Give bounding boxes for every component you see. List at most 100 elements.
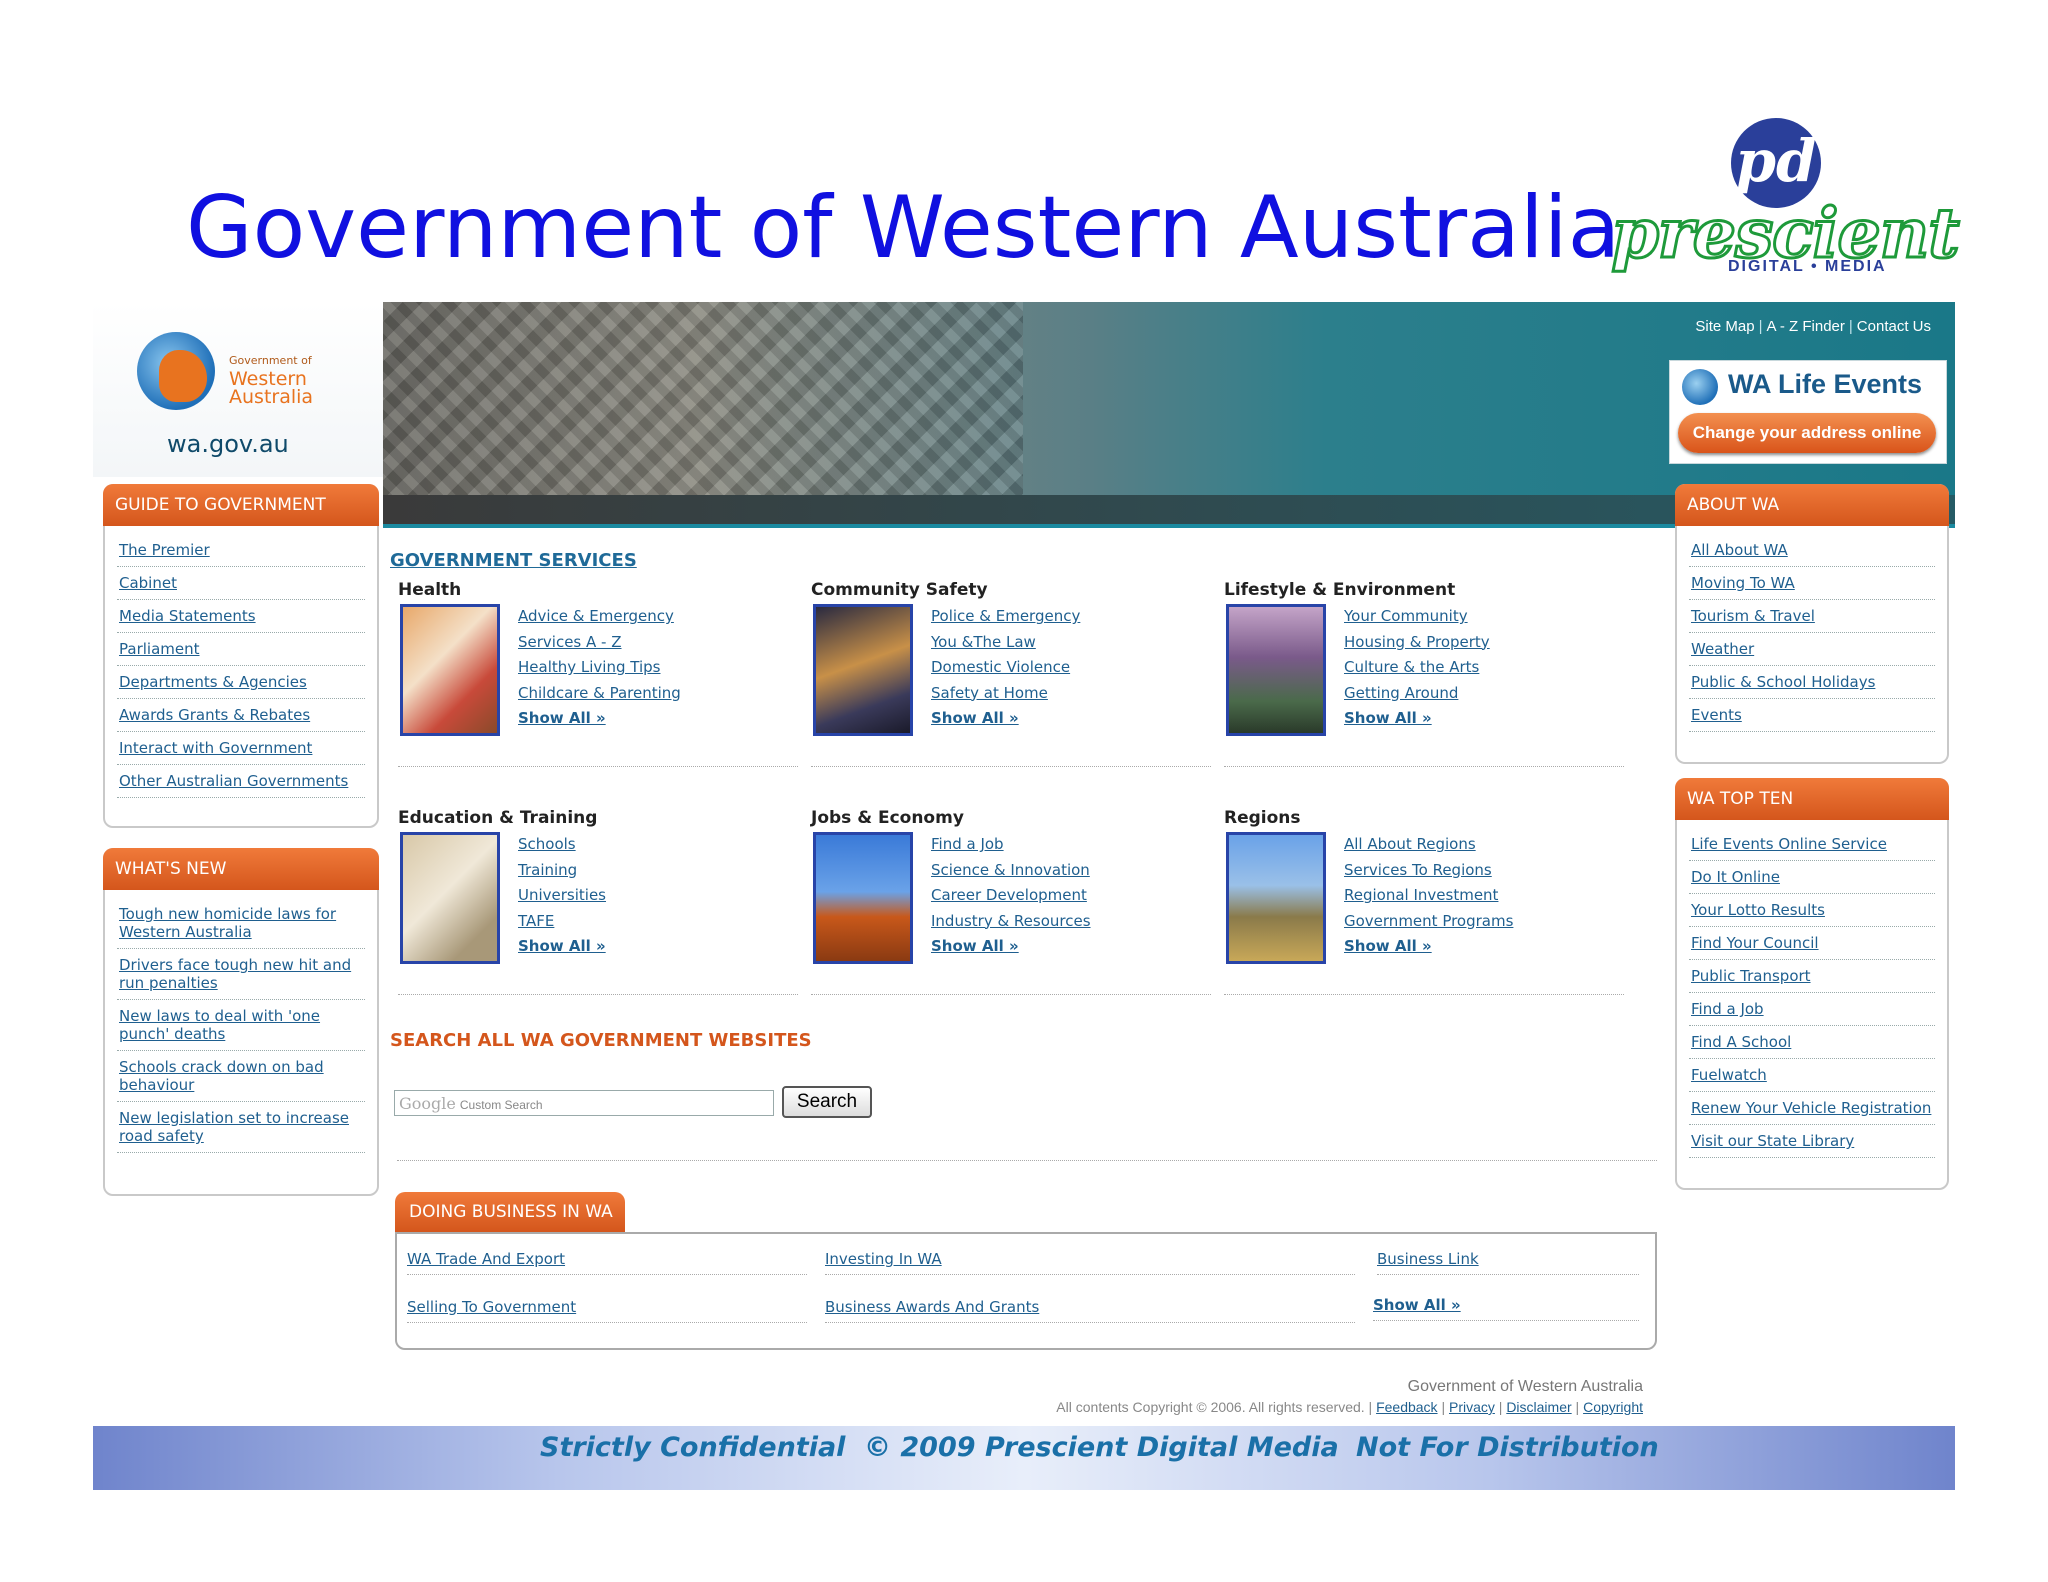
top-ten-item[interactable]: Find A School [1689, 1026, 1935, 1059]
guide-item[interactable]: Parliament [117, 633, 365, 666]
service-link[interactable]: Police & Emergency [931, 604, 1080, 630]
top-ten-item[interactable]: Renew Your Vehicle Registration [1689, 1092, 1935, 1125]
contact-us-link[interactable]: Contact Us [1857, 318, 1931, 335]
az-finder-link[interactable]: A - Z Finder [1767, 318, 1845, 335]
copyright-link[interactable]: Copyright [1583, 1399, 1643, 1415]
service-link[interactable]: Training [518, 858, 606, 884]
show-all-link[interactable]: Show All » [518, 934, 606, 960]
service-link[interactable]: Domestic Violence [931, 655, 1080, 681]
top-ten-item[interactable]: Life Events Online Service [1689, 828, 1935, 861]
service-group-community-safety: Community Safety Police & Emergency You … [811, 580, 1211, 770]
service-link[interactable]: Find a Job [931, 832, 1091, 858]
about-item[interactable]: Weather [1689, 633, 1935, 666]
show-all-link[interactable]: Show All » [1344, 706, 1490, 732]
service-link[interactable]: Science & Innovation [931, 858, 1091, 884]
disclaimer-link[interactable]: Disclaimer [1506, 1399, 1571, 1415]
guide-item[interactable]: Cabinet [117, 567, 365, 600]
service-link[interactable]: Childcare & Parenting [518, 681, 681, 707]
search-input[interactable]: Google Custom Search [394, 1090, 774, 1116]
feedback-link[interactable]: Feedback [1376, 1399, 1437, 1415]
about-item[interactable]: Tourism & Travel [1689, 600, 1935, 633]
privacy-link[interactable]: Privacy [1449, 1399, 1495, 1415]
about-item[interactable]: Public & School Holidays [1689, 666, 1935, 699]
guide-item[interactable]: Departments & Agencies [117, 666, 365, 699]
top-ten-heading: WA TOP TEN [1675, 778, 1949, 820]
crowd-photo [383, 302, 1023, 524]
top-ten-item[interactable]: Public Transport [1689, 960, 1935, 993]
top-ten-item[interactable]: Fuelwatch [1689, 1059, 1935, 1092]
service-group-title: Health [398, 580, 462, 600]
life-events-title[interactable]: WA Life Events [1728, 369, 1922, 400]
whats-new-box: WHAT'S NEW Tough new homicide laws for W… [103, 848, 379, 1196]
business-link[interactable]: Business Awards And Grants [825, 1298, 1355, 1323]
website-screenshot: Government of Western Australia wa.gov.a… [93, 302, 1955, 1490]
business-link[interactable]: Selling To Government [407, 1298, 807, 1323]
news-item[interactable]: New legislation set to increase road saf… [117, 1102, 365, 1153]
news-item[interactable]: Schools crack down on bad behaviour [117, 1051, 365, 1102]
service-group-regions: Regions All About Regions Services To Re… [1224, 808, 1624, 998]
service-link[interactable]: Industry & Resources [931, 909, 1091, 935]
top-ten-item[interactable]: Find a Job [1689, 993, 1935, 1026]
top-ten-item[interactable]: Visit our State Library [1689, 1125, 1935, 1158]
top-ten-item[interactable]: Do It Online [1689, 861, 1935, 894]
service-link[interactable]: Universities [518, 883, 606, 909]
show-all-link[interactable]: Show All » [931, 706, 1080, 732]
about-item[interactable]: Events [1689, 699, 1935, 732]
service-link[interactable]: Your Community [1344, 604, 1490, 630]
police-photo [813, 604, 913, 736]
guide-to-government-box: GUIDE TO GOVERNMENT The Premier Cabinet … [103, 484, 379, 828]
show-all-link[interactable]: Show All » [1344, 934, 1513, 960]
guide-heading: GUIDE TO GOVERNMENT [103, 484, 379, 526]
news-item[interactable]: New laws to deal with 'one punch' deaths [117, 1000, 365, 1051]
change-address-button[interactable]: Change your address online [1678, 413, 1936, 453]
government-services-heading[interactable]: GOVERNMENT SERVICES [390, 550, 637, 571]
education-photo [400, 832, 500, 964]
guide-item[interactable]: Other Australian Governments [117, 765, 365, 798]
business-show-all-link[interactable]: Show All » [1373, 1296, 1639, 1321]
show-all-link[interactable]: Show All » [518, 706, 681, 732]
news-item[interactable]: Drivers face tough new hit and run penal… [117, 949, 365, 1000]
guide-item[interactable]: The Premier [117, 534, 365, 567]
service-link[interactable]: Services A - Z [518, 630, 681, 656]
confidential-label: Strictly Confidential [540, 1432, 846, 1463]
guide-item[interactable]: Media Statements [117, 600, 365, 633]
search-button[interactable]: Search [782, 1086, 872, 1118]
top-links: Site Map | A - Z Finder | Contact Us [1695, 318, 1931, 335]
guide-item[interactable]: Awards Grants & Rebates [117, 699, 365, 732]
business-link[interactable]: Business Link [1377, 1250, 1639, 1275]
service-group-title: Lifestyle & Environment [1224, 580, 1456, 600]
news-item[interactable]: Tough new homicide laws for Western Aust… [117, 898, 365, 949]
business-link[interactable]: WA Trade And Export [407, 1250, 807, 1275]
service-link[interactable]: Safety at Home [931, 681, 1080, 707]
show-all-link[interactable]: Show All » [931, 934, 1091, 960]
business-link[interactable]: Investing In WA [825, 1250, 1355, 1275]
service-link[interactable]: You &The Law [931, 630, 1080, 656]
site-logo-area[interactable]: Government of Western Australia wa.gov.a… [93, 302, 383, 477]
about-wa-box: ABOUT WA All About WA Moving To WA Touri… [1675, 484, 1949, 764]
service-link[interactable]: All About Regions [1344, 832, 1513, 858]
service-link[interactable]: Culture & the Arts [1344, 655, 1490, 681]
service-link[interactable]: Services To Regions [1344, 858, 1513, 884]
about-item[interactable]: All About WA [1689, 534, 1935, 567]
doing-business-box: WA Trade And Export Investing In WA Busi… [395, 1232, 1657, 1350]
prescient-subtitle: DIGITAL • MEDIA [1728, 258, 1887, 275]
service-link[interactable]: Schools [518, 832, 606, 858]
service-link[interactable]: Healthy Living Tips [518, 655, 681, 681]
guide-item[interactable]: Interact with Government [117, 732, 365, 765]
service-link[interactable]: Regional Investment [1344, 883, 1513, 909]
service-group-health: Health Advice & Emergency Services A - Z… [398, 580, 798, 770]
service-link[interactable]: Advice & Emergency [518, 604, 681, 630]
top-ten-item[interactable]: Your Lotto Results [1689, 894, 1935, 927]
site-map-link[interactable]: Site Map [1695, 318, 1754, 335]
service-link[interactable]: TAFE [518, 909, 606, 935]
whats-new-heading: WHAT'S NEW [103, 848, 379, 890]
about-item[interactable]: Moving To WA [1689, 567, 1935, 600]
service-link[interactable]: Government Programs [1344, 909, 1513, 935]
top-ten-item[interactable]: Find Your Council [1689, 927, 1935, 960]
service-link[interactable]: Career Development [931, 883, 1091, 909]
life-events-panel: WA Life Events Change your address onlin… [1669, 360, 1947, 464]
service-group-title: Jobs & Economy [811, 808, 964, 828]
service-link[interactable]: Housing & Property [1344, 630, 1490, 656]
service-link[interactable]: Getting Around [1344, 681, 1490, 707]
search-heading: SEARCH ALL WA GOVERNMENT WEBSITES [390, 1030, 812, 1051]
